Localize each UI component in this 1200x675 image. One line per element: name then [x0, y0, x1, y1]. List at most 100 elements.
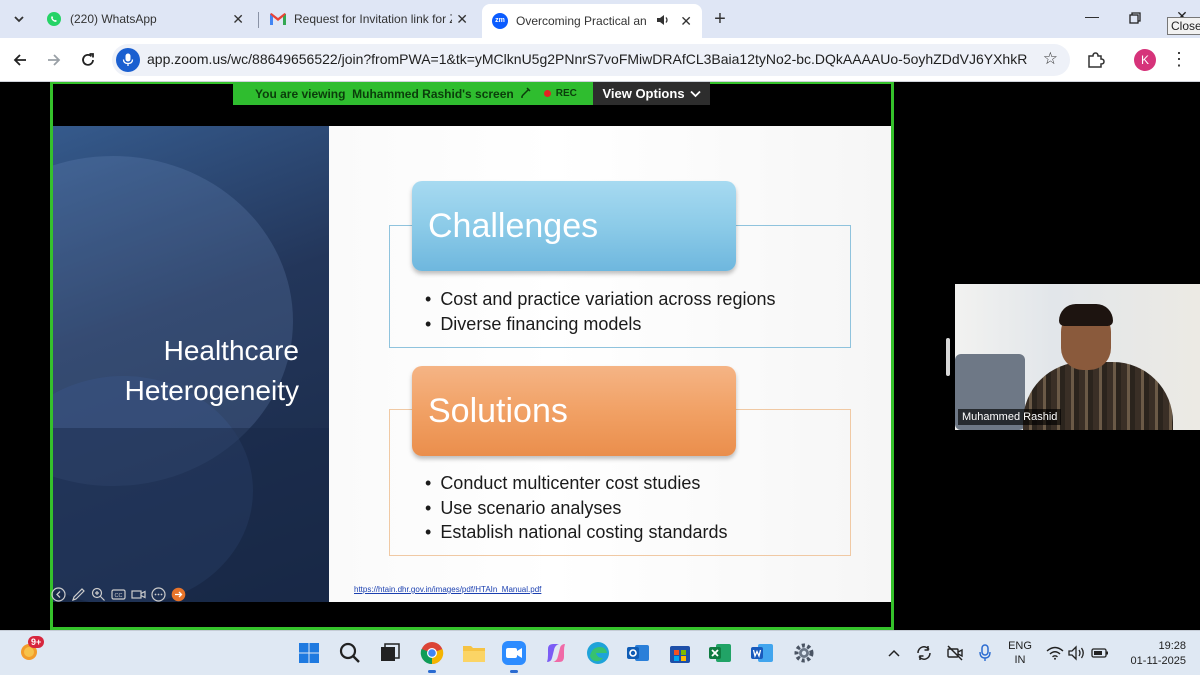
copilot-icon[interactable] — [542, 639, 570, 667]
next-slide-icon[interactable] — [170, 586, 187, 603]
address-bar[interactable]: app.zoom.us/wc/88649656522/join?fromPWA=… — [112, 44, 1070, 76]
url-text[interactable]: app.zoom.us/wc/88649656522/join?fromPWA=… — [147, 51, 1027, 67]
tab-close-icon[interactable]: ✕ — [680, 13, 692, 30]
participant-video[interactable]: Muhammed Rashid — [955, 284, 1200, 430]
reload-button[interactable] — [76, 48, 100, 72]
tab-title: Overcoming Practical and E — [516, 14, 646, 28]
language-region: IN — [1014, 654, 1026, 666]
challenges-list: Cost and practice variation across regio… — [425, 287, 775, 336]
new-tab-button[interactable]: + — [708, 8, 732, 32]
solutions-heading: Solutions — [412, 366, 736, 456]
zoom-icon: zm — [492, 13, 508, 29]
reference-link[interactable]: https://htain.dhr.gov.in/images/pdf/HTAI… — [354, 585, 541, 594]
more-options-icon[interactable] — [150, 586, 167, 603]
zoom-in-icon[interactable] — [90, 586, 107, 603]
wifi-icon[interactable] — [1045, 643, 1065, 663]
slide-title: Healthcare Heterogeneity — [125, 331, 299, 411]
notification-badge: 9+ — [28, 636, 45, 648]
close-tooltip: Close — [1167, 17, 1200, 35]
whatsapp-icon — [46, 11, 62, 27]
tab-search-button[interactable] — [6, 7, 32, 31]
start-icon[interactable] — [295, 639, 323, 667]
panel-resize-handle[interactable] — [946, 338, 950, 376]
list-item: Cost and practice variation across regio… — [425, 287, 775, 312]
reload-icon — [82, 53, 94, 66]
rec-dot-icon — [543, 90, 551, 97]
rec-label: REC — [555, 88, 577, 99]
tab-close-icon[interactable]: ✕ — [232, 11, 244, 28]
battery-icon[interactable] — [1090, 643, 1110, 663]
tab-zoom[interactable]: zm Overcoming Practical and E ✕ — [482, 4, 702, 38]
file-explorer-icon[interactable] — [460, 639, 488, 667]
tab-close-icon[interactable]: ✕ — [456, 11, 468, 28]
bookmark-star-icon[interactable]: ☆ — [1043, 49, 1058, 69]
participant-figure — [1059, 304, 1113, 326]
view-options-label: View Options — [602, 86, 685, 101]
store-icon[interactable] — [666, 639, 694, 667]
tab-title: Request for Invitation link for Z — [294, 12, 452, 26]
windows-taskbar: 9+ ENG IN 19:28 01-11-2025 — [0, 630, 1200, 675]
arrow-left-icon — [13, 54, 26, 66]
show-hidden-icons-icon[interactable] — [884, 643, 904, 663]
chevron-down-icon — [14, 16, 24, 23]
back-button[interactable] — [8, 48, 32, 72]
gmail-icon — [270, 11, 286, 27]
zoom-app-icon[interactable] — [500, 639, 528, 673]
sync-icon[interactable] — [913, 643, 935, 663]
restore-button[interactable] — [1123, 8, 1147, 30]
minimize-button[interactable]: — — [1080, 8, 1104, 30]
excel-icon[interactable] — [706, 639, 734, 667]
more-menu-icon[interactable]: ⋮ — [1170, 48, 1188, 72]
clock-date: 01-11-2025 — [1130, 655, 1186, 667]
list-item: Use scenario analyses — [425, 496, 728, 521]
subtitles-icon[interactable]: CC — [110, 586, 127, 603]
tab-whatsapp[interactable]: (220) WhatsApp ✕ — [36, 4, 254, 34]
volume-icon[interactable] — [1067, 643, 1087, 663]
view-options-button[interactable]: View Options — [593, 82, 710, 105]
viewing-banner: You are viewing Muhammed Rashid's screen… — [233, 82, 593, 105]
camera-off-icon[interactable] — [944, 643, 966, 663]
solutions-list: Conduct multicenter cost studies Use sce… — [425, 471, 728, 545]
tab-title: (220) WhatsApp — [70, 12, 157, 26]
settings-gear-icon[interactable] — [790, 639, 818, 667]
challenges-heading: Challenges — [412, 181, 736, 271]
list-item: Diverse financing models — [425, 312, 775, 337]
previous-slide-icon[interactable] — [50, 586, 67, 603]
svg-text:CC: CC — [115, 593, 123, 599]
search-icon[interactable] — [336, 639, 364, 667]
viewing-name: Muhammed Rashid's screen — [352, 86, 514, 101]
list-item: Establish national costing standards — [425, 520, 727, 545]
speaker-icon — [656, 13, 670, 30]
zoom-meeting: You are viewing Muhammed Rashid's screen… — [0, 82, 1200, 630]
clock-time: 19:28 — [1158, 640, 1186, 652]
forward-button[interactable] — [42, 48, 66, 72]
list-item: Conduct multicenter cost studies — [425, 471, 728, 496]
task-view-icon[interactable] — [376, 639, 404, 667]
restore-icon — [1129, 12, 1141, 24]
arrow-right-icon — [48, 54, 61, 66]
presentation-slide: Healthcare Heterogeneity Challenges Cost… — [53, 126, 891, 602]
tab-divider — [258, 12, 259, 28]
microphone-tray-icon[interactable] — [975, 643, 995, 663]
puzzle-icon — [1088, 52, 1105, 68]
microphone-icon[interactable] — [116, 48, 140, 72]
viewing-prefix: You are viewing — [255, 86, 346, 101]
outlook-icon[interactable] — [624, 639, 652, 667]
browser-toolbar: app.zoom.us/wc/88649656522/join?fromPWA=… — [0, 38, 1200, 82]
slide-title-line: Heterogeneity — [124, 375, 299, 406]
tab-gmail[interactable]: Request for Invitation link for Z ✕ — [260, 4, 478, 34]
edge-icon[interactable] — [584, 639, 612, 667]
chevron-down-icon — [689, 90, 701, 97]
camera-icon[interactable] — [130, 586, 147, 603]
language-code: ENG — [1008, 640, 1032, 652]
pen-icon[interactable] — [70, 586, 87, 603]
tab-strip: (220) WhatsApp ✕ Request for Invitation … — [0, 0, 1200, 38]
system-clock[interactable]: 19:28 01-11-2025 — [1118, 639, 1186, 669]
slide-title-panel: Healthcare Heterogeneity — [53, 126, 329, 602]
chrome-icon[interactable] — [418, 639, 446, 673]
word-icon[interactable] — [748, 639, 776, 667]
profile-avatar[interactable]: K — [1134, 49, 1156, 71]
input-language[interactable]: ENG IN — [1006, 639, 1034, 667]
extensions-button[interactable] — [1084, 48, 1108, 72]
decor-panel — [53, 428, 329, 602]
